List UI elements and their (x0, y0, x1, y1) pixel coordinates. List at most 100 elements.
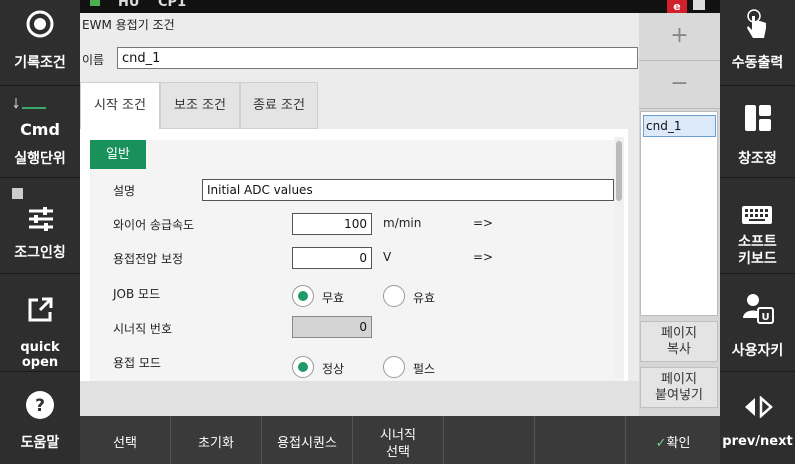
synergic-select-button[interactable]: 시너직 선택 (353, 416, 444, 464)
hand-touch-icon (747, 9, 766, 38)
check-icon: ✓ (655, 436, 667, 451)
weld-mode-pulse-radio[interactable] (383, 356, 405, 378)
tab-start-condition[interactable]: 시작 조건 (80, 82, 160, 130)
name-label: 이름 (82, 53, 105, 67)
confirm-label: 확인 (666, 436, 691, 451)
list-item[interactable]: cnd_1 (643, 115, 716, 137)
user-key-button[interactable]: U 사용자키 (720, 274, 795, 372)
window-title: EWM 용접기 조건 (82, 18, 175, 32)
job-mode-label: JOB 모드 (113, 287, 161, 301)
remove-button[interactable]: − (639, 61, 720, 109)
app-root: 기록조건 Cmd 실행단위 조그인칭 quick open ? 도움말 HU C… (0, 0, 795, 464)
manual-output-button[interactable]: 수동출력 (720, 0, 795, 86)
tab-end-condition[interactable]: 종료 조건 (240, 82, 318, 129)
jog-inching-label: 조그인칭 (14, 245, 66, 261)
signal-icon (90, 0, 100, 6)
synergic-label: 시너직 번호 (113, 322, 173, 336)
scrollbar-thumb[interactable] (616, 141, 622, 201)
select-button[interactable]: 선택 (80, 416, 171, 464)
soft-keyboard-label-2: 키보드 (738, 251, 777, 267)
prev-next-button[interactable]: prev/next (720, 372, 795, 464)
reset-label: 초기화 (198, 436, 234, 451)
weld-mode-pulse-label: 펄스 (413, 362, 436, 376)
soft-keyboard-label-1: 소프트 (738, 234, 777, 250)
description-label: 설명 (113, 184, 136, 198)
exec-unit-button[interactable]: Cmd 실행단위 (0, 86, 80, 178)
window-adjust-button[interactable]: 창조정 (720, 86, 795, 178)
job-mode-on-radio[interactable] (383, 285, 405, 307)
weld-mode-label: 용접 모드 (113, 356, 161, 370)
user-key-icon: U (743, 294, 774, 324)
soft-keyboard-label: 소프트 키보드 (720, 234, 795, 268)
soft-keyboard-button[interactable]: 소프트 키보드 (720, 178, 795, 274)
bottom-function-bar: 선택 초기화 용접시퀀스 시너직 선택 ✓확인 (80, 416, 720, 464)
record-circle-icon (26, 10, 54, 38)
wire-speed-unit: m/min (383, 216, 422, 230)
manual-output-label: 수동출력 (731, 55, 784, 71)
voltage-unit: V (383, 250, 392, 264)
confirm-label-wrap: ✓확인 (626, 432, 720, 451)
copy-page-label-1: 페이지 (661, 326, 697, 341)
jog-inching-button[interactable]: 조그인칭 (0, 178, 80, 274)
svg-text:?: ? (35, 396, 45, 416)
copy-page-label-2: 복사 (667, 342, 691, 357)
step-icon (14, 98, 46, 109)
empty-function-slot (444, 416, 535, 464)
paste-page-label-2: 붙여넣기 (655, 388, 703, 403)
weld-mode-normal-label: 정상 (322, 362, 345, 376)
reset-button[interactable]: 초기화 (171, 416, 262, 464)
error-badge[interactable]: e (667, 0, 687, 13)
weld-sequence-label: 용접시퀀스 (277, 436, 337, 451)
general-section: 일반 설명 Initial ADC values 와이어 송급속도 100 m/… (90, 140, 624, 381)
copy-page-button[interactable]: 페이지 복사 (640, 321, 718, 362)
empty-function-slot (535, 416, 626, 464)
condition-window: EWM 용접기 조건 이름 cnd_1 시작 조건 보조 조건 종료 조건 일반… (80, 13, 639, 416)
weld-sequence-button[interactable]: 용접시퀀스 (262, 416, 353, 464)
wire-speed-arrow[interactable]: => (473, 216, 493, 230)
synergic-input: 0 (292, 316, 372, 338)
condition-list-panel: + − cnd_1 페이지 복사 페이지 붙여넣기 (639, 13, 720, 416)
paste-page-button[interactable]: 페이지 붙여넣기 (640, 367, 718, 408)
left-sidebar: 기록조건 Cmd 실행단위 조그인칭 quick open ? 도움말 (0, 0, 80, 464)
window-layout-icon (745, 105, 771, 131)
cmd-label: Cmd (20, 120, 60, 139)
prev-next-label: prev/next (722, 434, 793, 449)
add-button[interactable]: + (639, 13, 720, 61)
vertical-scrollbar[interactable] (614, 137, 624, 377)
keyboard-icon (742, 206, 772, 224)
help-icon: ? (26, 391, 54, 419)
quick-open-label: quick open (20, 340, 60, 370)
sliders-icon (29, 207, 53, 231)
status-strip: HU CP1 e (80, 0, 720, 13)
job-mode-on-label: 유효 (413, 291, 436, 305)
record-condition-button[interactable]: 기록조건 (0, 0, 80, 86)
quick-open-button[interactable]: quick open (0, 274, 80, 372)
weld-mode-normal-radio[interactable] (292, 356, 314, 378)
help-label: 도움말 (20, 435, 60, 451)
wire-speed-label: 와이어 송급속도 (113, 218, 195, 232)
synergic-select-label-2: 선택 (386, 445, 410, 460)
tab-aux-condition[interactable]: 보조 조건 (160, 82, 240, 129)
external-link-icon (28, 297, 53, 322)
general-badge: 일반 (90, 140, 146, 169)
help-button[interactable]: ? 도움말 (0, 372, 80, 464)
voltage-input[interactable]: 0 (292, 247, 372, 269)
name-input[interactable]: cnd_1 (117, 47, 638, 69)
select-label: 선택 (113, 436, 137, 451)
right-sidebar: 수동출력 창조정 소프트 키보드 U 사용자키 prev/next (720, 0, 795, 464)
wire-speed-input[interactable]: 100 (292, 213, 372, 235)
confirm-button[interactable]: ✓확인 (626, 416, 720, 464)
job-mode-off-label: 무효 (322, 291, 345, 305)
exec-unit-label: 실행단위 (14, 151, 66, 167)
description-input[interactable]: Initial ADC values (202, 179, 614, 201)
voltage-label: 용접전압 보정 (113, 252, 184, 266)
window-footer (80, 381, 639, 416)
condition-list: cnd_1 (640, 111, 718, 316)
checkbox-indicator (12, 188, 23, 199)
job-mode-off-radio[interactable] (292, 285, 314, 307)
svg-text:U: U (761, 312, 769, 323)
voltage-arrow[interactable]: => (473, 250, 493, 264)
battery-icon (693, 0, 705, 10)
window-adjust-label: 창조정 (738, 151, 777, 167)
prev-next-icon (745, 396, 773, 418)
